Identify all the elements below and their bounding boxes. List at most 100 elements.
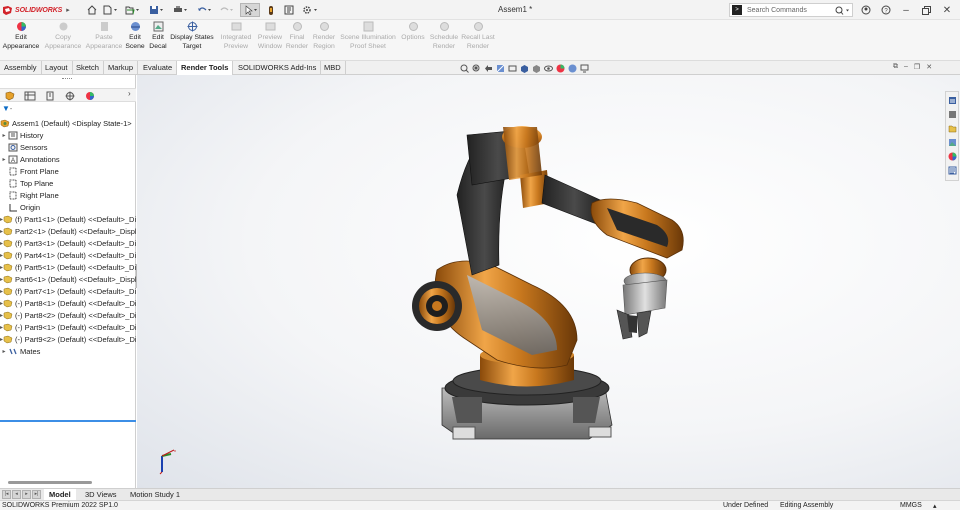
configuration-manager-tab-icon[interactable] xyxy=(44,91,56,101)
display-manager-tab-icon[interactable] xyxy=(84,91,96,101)
edit-decal-button[interactable]: Edit Decal xyxy=(148,21,168,59)
view-palette-icon[interactable] xyxy=(948,138,957,147)
expand-panel-chevron-icon[interactable]: › xyxy=(128,89,131,98)
tab-mbd[interactable]: MBD xyxy=(320,61,346,75)
expand-arrow-icon[interactable]: ▸ xyxy=(0,348,8,355)
horizontal-scrollbar[interactable] xyxy=(8,481,92,484)
solidworks-resources-icon[interactable] xyxy=(948,96,957,105)
tree-item[interactable]: ▸ A Annotations xyxy=(0,153,136,165)
view-settings-icon[interactable] xyxy=(580,64,589,73)
save-icon[interactable] xyxy=(148,3,164,17)
tree-item[interactable]: ▸(f) Part4<1> (Default) <<Default>_Displ… xyxy=(0,249,136,261)
integrated-preview-button[interactable]: Integrated Preview xyxy=(218,21,254,59)
section-view-icon[interactable] xyxy=(496,64,505,73)
hide-show-items-icon[interactable] xyxy=(544,64,553,73)
user-account-icon[interactable] xyxy=(859,3,873,17)
dimxpert-manager-tab-icon[interactable] xyxy=(64,91,76,101)
display-style-icon[interactable] xyxy=(532,64,541,73)
schedule-render-button[interactable]: Schedule Render xyxy=(429,21,459,59)
search-icon[interactable] xyxy=(835,6,849,15)
expand-arrow-icon[interactable]: ▸ xyxy=(0,132,8,139)
rebuild-icon[interactable] xyxy=(266,3,276,17)
robot-arm-model[interactable] xyxy=(137,75,960,488)
viewport-close-icon[interactable]: ✕ xyxy=(926,63,932,71)
rollback-bar[interactable] xyxy=(0,420,136,422)
last-tab-nav-icon[interactable]: ▸| xyxy=(32,490,41,499)
tree-item[interactable]: ▸(f) Part1<1> (Default) <<Default>_Displ… xyxy=(0,213,136,225)
help-icon[interactable]: ? xyxy=(879,3,893,17)
paste-appearance-button[interactable]: Paste Appearance xyxy=(85,21,123,59)
first-tab-nav-icon[interactable]: |◂ xyxy=(2,490,11,499)
tab-assembly[interactable]: Assembly xyxy=(0,61,42,75)
tree-item[interactable]: ▸(f) Part5<1> (Default) <<Default>_Displ… xyxy=(0,261,136,273)
tree-item[interactable]: ▸(f) Part3<1> (Default) <<Default>_Displ… xyxy=(0,237,136,249)
restore-icon[interactable] xyxy=(919,3,933,17)
close-icon[interactable]: ✕ xyxy=(940,3,954,17)
search-input[interactable]: Search Commands xyxy=(747,7,835,14)
edit-scene-button[interactable]: Edit Scene xyxy=(125,21,145,59)
menu-arrow-icon[interactable]: ▸ xyxy=(66,6,70,14)
file-properties-icon[interactable] xyxy=(283,3,295,17)
edit-appearance-hud-icon[interactable] xyxy=(556,64,565,73)
panel-grip[interactable] xyxy=(62,78,72,82)
tree-item[interactable]: ▸ Mates xyxy=(0,345,136,357)
prev-tab-nav-icon[interactable]: ◂ xyxy=(12,490,21,499)
next-tab-nav-icon[interactable]: ▸ xyxy=(22,490,31,499)
zoom-to-fit-icon[interactable] xyxy=(460,64,469,73)
tab-layout[interactable]: Layout xyxy=(41,61,73,75)
zoom-to-area-icon[interactable] xyxy=(472,64,481,73)
scene-illumination-proof-sheet-button[interactable]: Scene Illumination Proof Sheet xyxy=(339,21,397,59)
home-icon[interactable] xyxy=(86,3,98,17)
options-gear-icon[interactable] xyxy=(300,3,320,17)
copy-appearance-button[interactable]: Copy Appearance xyxy=(44,21,82,59)
open-document-icon[interactable] xyxy=(124,3,140,17)
select-tool-icon[interactable] xyxy=(240,3,260,17)
tree-item[interactable]: Origin xyxy=(0,201,136,213)
tab-solidworks-add-ins[interactable]: SOLIDWORKS Add-Ins xyxy=(234,61,322,75)
unit-system-arrow-icon[interactable]: ▴ xyxy=(933,502,937,510)
tree-item[interactable]: ▸Part6<1> (Default) <<Default>_Display S… xyxy=(0,273,136,285)
tab-3d-views[interactable]: 3D Views xyxy=(80,489,122,500)
apply-scene-icon[interactable] xyxy=(568,64,577,73)
print-icon[interactable] xyxy=(172,3,188,17)
feature-manager-tab-icon[interactable] xyxy=(4,91,16,101)
appearances-scenes-icon[interactable] xyxy=(948,152,957,161)
property-manager-tab-icon[interactable] xyxy=(24,91,36,101)
tab-model[interactable]: Model xyxy=(44,489,76,500)
file-explorer-icon[interactable] xyxy=(948,124,957,133)
display-states-target-button[interactable]: Display States Target xyxy=(170,21,214,59)
tree-item[interactable]: Right Plane xyxy=(0,189,136,201)
search-commands-box[interactable]: > Search Commands xyxy=(729,3,853,17)
tree-item[interactable]: ▸(-) Part9<2> (Default) <<Default>_Displ… xyxy=(0,333,136,345)
tree-item[interactable]: Front Plane xyxy=(0,165,136,177)
tree-item[interactable]: ▸(f) Part7<1> (Default) <<Default>_Displ… xyxy=(0,285,136,297)
solidworks-logo[interactable]: SOLIDWORKS ▸ xyxy=(2,4,70,16)
tree-item[interactable]: ▸(-) Part8<2> (Default) <<Default>_Displ… xyxy=(0,309,136,321)
tree-item[interactable]: ▸(-) Part8<1> (Default) <<Default>_Displ… xyxy=(0,297,136,309)
recall-last-render-button[interactable]: Recall Last Render xyxy=(460,21,496,59)
viewport-restore-icon[interactable]: ❐ xyxy=(914,63,920,71)
expand-arrow-icon[interactable]: ▸ xyxy=(0,156,8,163)
unit-system-selector[interactable]: MMGS xyxy=(900,502,922,509)
undo-icon[interactable] xyxy=(196,3,212,17)
minimize-icon[interactable]: – xyxy=(899,3,913,17)
custom-properties-icon[interactable] xyxy=(948,166,957,175)
tree-item[interactable]: ▸ History xyxy=(0,129,136,141)
edit-appearance-button[interactable]: Edit Appearance xyxy=(2,21,40,59)
tab-motion-study-1[interactable]: Motion Study 1 xyxy=(125,489,185,500)
tab-sketch[interactable]: Sketch xyxy=(72,61,104,75)
render-options-button[interactable]: Options xyxy=(399,21,427,59)
viewport-tile-icon[interactable]: ⧉ xyxy=(893,63,898,71)
previous-view-icon[interactable] xyxy=(484,64,493,73)
tree-item[interactable]: Top Plane xyxy=(0,177,136,189)
tree-filter-icon[interactable]: ▼- xyxy=(2,104,12,113)
tab-markup[interactable]: Markup xyxy=(104,61,139,75)
redo-icon[interactable] xyxy=(218,3,234,17)
tab-evaluate[interactable]: Evaluate xyxy=(139,61,178,75)
new-document-icon[interactable] xyxy=(102,3,118,17)
tree-item[interactable]: ▸(-) Part9<1> (Default) <<Default>_Displ… xyxy=(0,321,136,333)
tree-item[interactable]: Sensors xyxy=(0,141,136,153)
dynamic-annotation-icon[interactable] xyxy=(508,64,517,73)
view-orientation-icon[interactable] xyxy=(520,64,529,73)
tree-root-assembly[interactable]: Assem1 (Default) <Display State-1> xyxy=(0,117,136,129)
